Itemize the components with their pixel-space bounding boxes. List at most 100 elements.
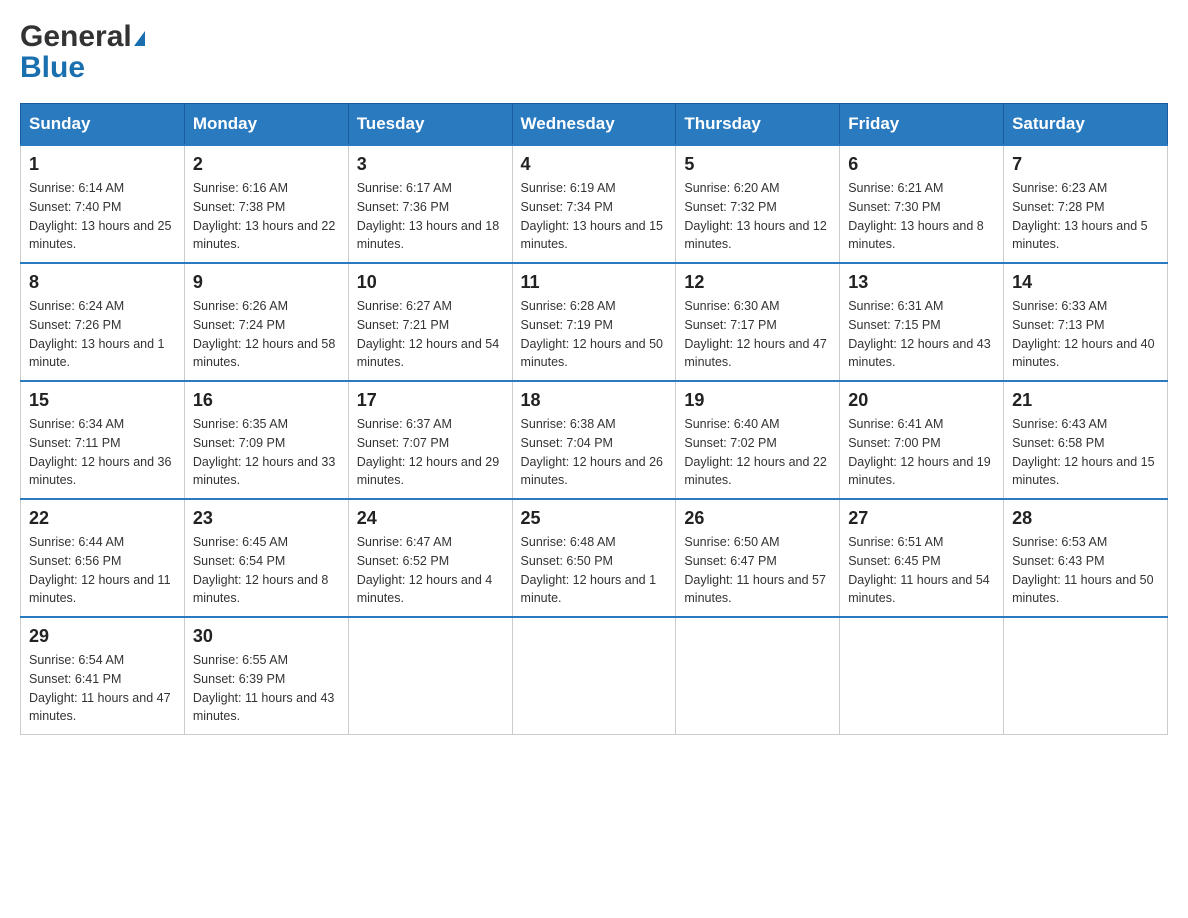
day-number: 13: [848, 272, 995, 293]
day-info: Sunrise: 6:27 AMSunset: 7:21 PMDaylight:…: [357, 297, 504, 372]
day-info: Sunrise: 6:44 AMSunset: 6:56 PMDaylight:…: [29, 533, 176, 608]
header-saturday: Saturday: [1004, 104, 1168, 146]
calendar-cell: 11 Sunrise: 6:28 AMSunset: 7:19 PMDaylig…: [512, 263, 676, 381]
day-number: 2: [193, 154, 340, 175]
header-wednesday: Wednesday: [512, 104, 676, 146]
calendar-cell: 9 Sunrise: 6:26 AMSunset: 7:24 PMDayligh…: [184, 263, 348, 381]
calendar-cell: 4 Sunrise: 6:19 AMSunset: 7:34 PMDayligh…: [512, 145, 676, 263]
calendar-cell: 8 Sunrise: 6:24 AMSunset: 7:26 PMDayligh…: [21, 263, 185, 381]
day-number: 10: [357, 272, 504, 293]
header-friday: Friday: [840, 104, 1004, 146]
calendar-cell: [1004, 617, 1168, 735]
day-info: Sunrise: 6:20 AMSunset: 7:32 PMDaylight:…: [684, 179, 831, 254]
week-row-4: 22 Sunrise: 6:44 AMSunset: 6:56 PMDaylig…: [21, 499, 1168, 617]
calendar-cell: 5 Sunrise: 6:20 AMSunset: 7:32 PMDayligh…: [676, 145, 840, 263]
week-row-3: 15 Sunrise: 6:34 AMSunset: 7:11 PMDaylig…: [21, 381, 1168, 499]
day-info: Sunrise: 6:43 AMSunset: 6:58 PMDaylight:…: [1012, 415, 1159, 490]
day-info: Sunrise: 6:40 AMSunset: 7:02 PMDaylight:…: [684, 415, 831, 490]
day-number: 27: [848, 508, 995, 529]
calendar-cell: 18 Sunrise: 6:38 AMSunset: 7:04 PMDaylig…: [512, 381, 676, 499]
day-number: 4: [521, 154, 668, 175]
calendar-cell: 19 Sunrise: 6:40 AMSunset: 7:02 PMDaylig…: [676, 381, 840, 499]
day-number: 28: [1012, 508, 1159, 529]
header-thursday: Thursday: [676, 104, 840, 146]
calendar-cell: 20 Sunrise: 6:41 AMSunset: 7:00 PMDaylig…: [840, 381, 1004, 499]
day-number: 18: [521, 390, 668, 411]
calendar-cell: 15 Sunrise: 6:34 AMSunset: 7:11 PMDaylig…: [21, 381, 185, 499]
day-info: Sunrise: 6:31 AMSunset: 7:15 PMDaylight:…: [848, 297, 995, 372]
day-number: 7: [1012, 154, 1159, 175]
day-info: Sunrise: 6:47 AMSunset: 6:52 PMDaylight:…: [357, 533, 504, 608]
calendar-cell: 28 Sunrise: 6:53 AMSunset: 6:43 PMDaylig…: [1004, 499, 1168, 617]
logo-blue-text: Blue: [20, 53, 85, 83]
header-monday: Monday: [184, 104, 348, 146]
day-number: 19: [684, 390, 831, 411]
day-number: 17: [357, 390, 504, 411]
calendar-cell: 3 Sunrise: 6:17 AMSunset: 7:36 PMDayligh…: [348, 145, 512, 263]
calendar-cell: [348, 617, 512, 735]
calendar-cell: 2 Sunrise: 6:16 AMSunset: 7:38 PMDayligh…: [184, 145, 348, 263]
day-number: 26: [684, 508, 831, 529]
calendar-cell: 17 Sunrise: 6:37 AMSunset: 7:07 PMDaylig…: [348, 381, 512, 499]
page-header: General Blue: [20, 20, 1168, 83]
day-info: Sunrise: 6:51 AMSunset: 6:45 PMDaylight:…: [848, 533, 995, 608]
calendar-cell: 26 Sunrise: 6:50 AMSunset: 6:47 PMDaylig…: [676, 499, 840, 617]
day-number: 16: [193, 390, 340, 411]
day-number: 15: [29, 390, 176, 411]
day-info: Sunrise: 6:53 AMSunset: 6:43 PMDaylight:…: [1012, 533, 1159, 608]
day-info: Sunrise: 6:17 AMSunset: 7:36 PMDaylight:…: [357, 179, 504, 254]
day-number: 11: [521, 272, 668, 293]
day-number: 21: [1012, 390, 1159, 411]
day-number: 3: [357, 154, 504, 175]
day-number: 8: [29, 272, 176, 293]
calendar-table: Sunday Monday Tuesday Wednesday Thursday…: [20, 103, 1168, 735]
calendar-cell: 23 Sunrise: 6:45 AMSunset: 6:54 PMDaylig…: [184, 499, 348, 617]
calendar-cell: 16 Sunrise: 6:35 AMSunset: 7:09 PMDaylig…: [184, 381, 348, 499]
day-info: Sunrise: 6:23 AMSunset: 7:28 PMDaylight:…: [1012, 179, 1159, 254]
calendar-cell: 14 Sunrise: 6:33 AMSunset: 7:13 PMDaylig…: [1004, 263, 1168, 381]
day-info: Sunrise: 6:35 AMSunset: 7:09 PMDaylight:…: [193, 415, 340, 490]
day-number: 22: [29, 508, 176, 529]
day-info: Sunrise: 6:37 AMSunset: 7:07 PMDaylight:…: [357, 415, 504, 490]
day-number: 20: [848, 390, 995, 411]
week-row-5: 29 Sunrise: 6:54 AMSunset: 6:41 PMDaylig…: [21, 617, 1168, 735]
day-number: 1: [29, 154, 176, 175]
day-info: Sunrise: 6:50 AMSunset: 6:47 PMDaylight:…: [684, 533, 831, 608]
calendar-cell: 22 Sunrise: 6:44 AMSunset: 6:56 PMDaylig…: [21, 499, 185, 617]
calendar-cell: [512, 617, 676, 735]
calendar-cell: 21 Sunrise: 6:43 AMSunset: 6:58 PMDaylig…: [1004, 381, 1168, 499]
day-info: Sunrise: 6:24 AMSunset: 7:26 PMDaylight:…: [29, 297, 176, 372]
day-number: 23: [193, 508, 340, 529]
day-info: Sunrise: 6:21 AMSunset: 7:30 PMDaylight:…: [848, 179, 995, 254]
day-number: 30: [193, 626, 340, 647]
day-number: 29: [29, 626, 176, 647]
day-info: Sunrise: 6:30 AMSunset: 7:17 PMDaylight:…: [684, 297, 831, 372]
calendar-cell: 12 Sunrise: 6:30 AMSunset: 7:17 PMDaylig…: [676, 263, 840, 381]
day-info: Sunrise: 6:38 AMSunset: 7:04 PMDaylight:…: [521, 415, 668, 490]
week-row-1: 1 Sunrise: 6:14 AMSunset: 7:40 PMDayligh…: [21, 145, 1168, 263]
calendar-cell: 30 Sunrise: 6:55 AMSunset: 6:39 PMDaylig…: [184, 617, 348, 735]
day-info: Sunrise: 6:34 AMSunset: 7:11 PMDaylight:…: [29, 415, 176, 490]
day-number: 14: [1012, 272, 1159, 293]
day-number: 12: [684, 272, 831, 293]
calendar-cell: 6 Sunrise: 6:21 AMSunset: 7:30 PMDayligh…: [840, 145, 1004, 263]
header-tuesday: Tuesday: [348, 104, 512, 146]
calendar-cell: [840, 617, 1004, 735]
calendar-cell: 1 Sunrise: 6:14 AMSunset: 7:40 PMDayligh…: [21, 145, 185, 263]
calendar-cell: 29 Sunrise: 6:54 AMSunset: 6:41 PMDaylig…: [21, 617, 185, 735]
days-header-row: Sunday Monday Tuesday Wednesday Thursday…: [21, 104, 1168, 146]
logo: General: [20, 20, 145, 53]
day-number: 25: [521, 508, 668, 529]
header-sunday: Sunday: [21, 104, 185, 146]
day-number: 9: [193, 272, 340, 293]
day-info: Sunrise: 6:26 AMSunset: 7:24 PMDaylight:…: [193, 297, 340, 372]
day-number: 5: [684, 154, 831, 175]
calendar-cell: [676, 617, 840, 735]
day-info: Sunrise: 6:28 AMSunset: 7:19 PMDaylight:…: [521, 297, 668, 372]
calendar-cell: 27 Sunrise: 6:51 AMSunset: 6:45 PMDaylig…: [840, 499, 1004, 617]
calendar-cell: 24 Sunrise: 6:47 AMSunset: 6:52 PMDaylig…: [348, 499, 512, 617]
day-info: Sunrise: 6:16 AMSunset: 7:38 PMDaylight:…: [193, 179, 340, 254]
day-info: Sunrise: 6:55 AMSunset: 6:39 PMDaylight:…: [193, 651, 340, 726]
week-row-2: 8 Sunrise: 6:24 AMSunset: 7:26 PMDayligh…: [21, 263, 1168, 381]
day-number: 6: [848, 154, 995, 175]
